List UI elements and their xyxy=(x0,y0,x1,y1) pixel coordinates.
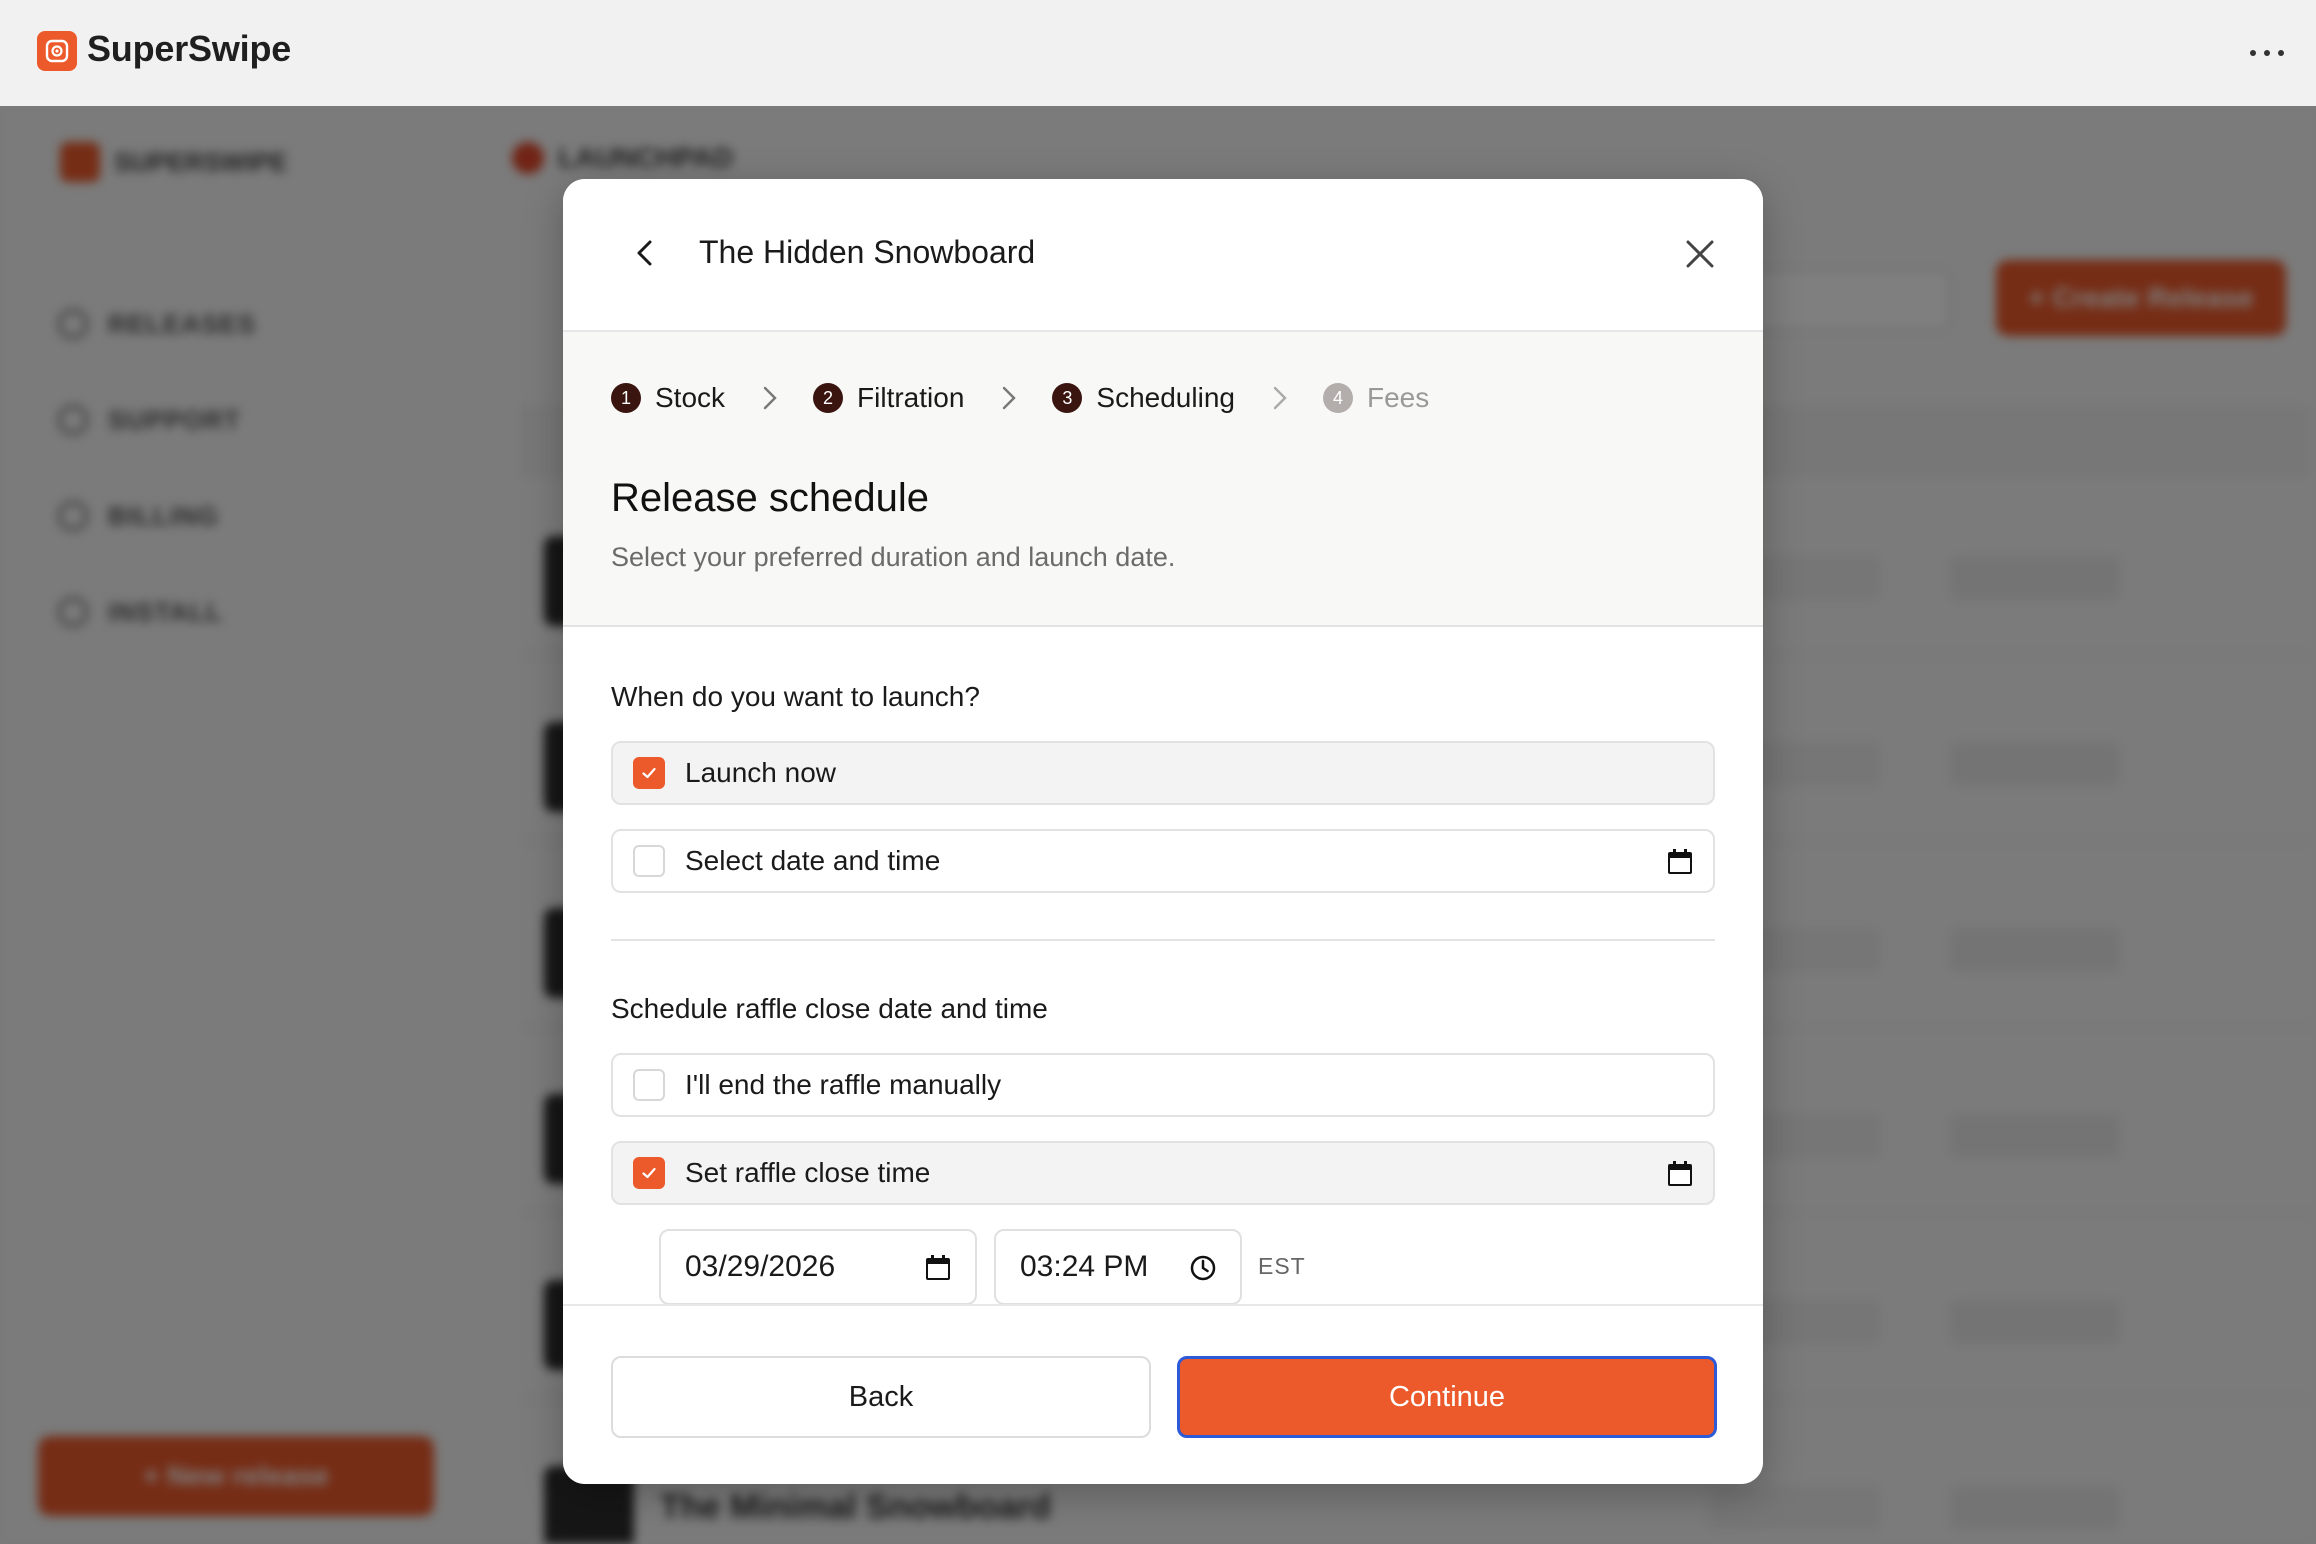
checkbox-unchecked-icon[interactable] xyxy=(633,1069,665,1101)
close-date-field[interactable]: 03/29/2026 xyxy=(659,1229,977,1305)
checkbox-checked-icon[interactable] xyxy=(633,1157,665,1189)
option-launch-now[interactable]: Launch now xyxy=(611,741,1715,805)
modal-footer: Back Continue xyxy=(563,1304,1763,1484)
calendar-icon xyxy=(1665,847,1695,877)
close-question: Schedule raffle close date and time xyxy=(611,993,1048,1024)
modal-header: The Hidden Snowboard xyxy=(563,179,1763,332)
step-stock[interactable]: 1 Stock xyxy=(611,382,725,414)
close-time-field[interactable]: 03:24 PM xyxy=(994,1229,1242,1305)
checkbox-checked-icon[interactable] xyxy=(633,757,665,789)
option-label: I'll end the raffle manually xyxy=(685,1069,1002,1100)
time-value: 03:24 PM xyxy=(1020,1250,1149,1283)
chevron-right-icon xyxy=(994,383,1024,413)
calendar-icon[interactable] xyxy=(923,1253,955,1285)
step-scheduling[interactable]: 3 Scheduling xyxy=(1052,382,1235,414)
option-label: Select date and time xyxy=(685,845,941,876)
chevron-right-icon xyxy=(755,383,785,413)
timezone-label: EST xyxy=(1258,1253,1306,1279)
stepper: 1 Stock 2 Filtration 3 Scheduling 4 Fees xyxy=(611,382,1429,414)
option-set-close-time[interactable]: Set raffle close time xyxy=(611,1141,1715,1205)
checkbox-unchecked-icon[interactable] xyxy=(633,845,665,877)
divider xyxy=(611,939,1715,941)
chevron-left-icon[interactable] xyxy=(623,231,667,275)
app-logo-icon xyxy=(37,31,77,71)
option-end-manually[interactable]: I'll end the raffle manually xyxy=(611,1053,1715,1117)
more-horizontal-icon[interactable] xyxy=(2244,38,2290,68)
release-modal: The Hidden Snowboard 1 Stock 2 Filtration … xyxy=(563,179,1763,1484)
modal-intro: 1 Stock 2 Filtration 3 Scheduling 4 Fees Rel… xyxy=(563,332,1763,627)
section-title: Release schedule xyxy=(611,476,929,520)
step-fees: 4 Fees xyxy=(1322,382,1429,414)
back-button[interactable]: Back xyxy=(611,1356,1151,1438)
continue-button[interactable]: Continue xyxy=(1177,1356,1717,1438)
close-icon[interactable] xyxy=(1675,229,1725,279)
calendar-icon xyxy=(1665,1159,1695,1189)
section-subtitle: Select your preferred duration and launc… xyxy=(611,542,1176,572)
step-filtration[interactable]: 2 Filtration xyxy=(813,382,964,414)
date-value: 03/29/2026 xyxy=(685,1250,836,1283)
option-label: Set raffle close time xyxy=(685,1157,931,1188)
app-topbar: SuperSwipe xyxy=(0,0,2316,106)
app-title: SuperSwipe xyxy=(87,28,292,69)
option-select-date-time[interactable]: Select date and time xyxy=(611,829,1715,893)
option-label: Launch now xyxy=(685,757,837,788)
launch-question: When do you want to launch? xyxy=(611,681,980,712)
clock-icon[interactable] xyxy=(1188,1253,1220,1285)
chevron-right-icon xyxy=(1265,383,1295,413)
modal-title: The Hidden Snowboard xyxy=(699,234,1036,270)
modal-body[interactable]: When do you want to launch? Launch now S… xyxy=(563,627,1763,1307)
